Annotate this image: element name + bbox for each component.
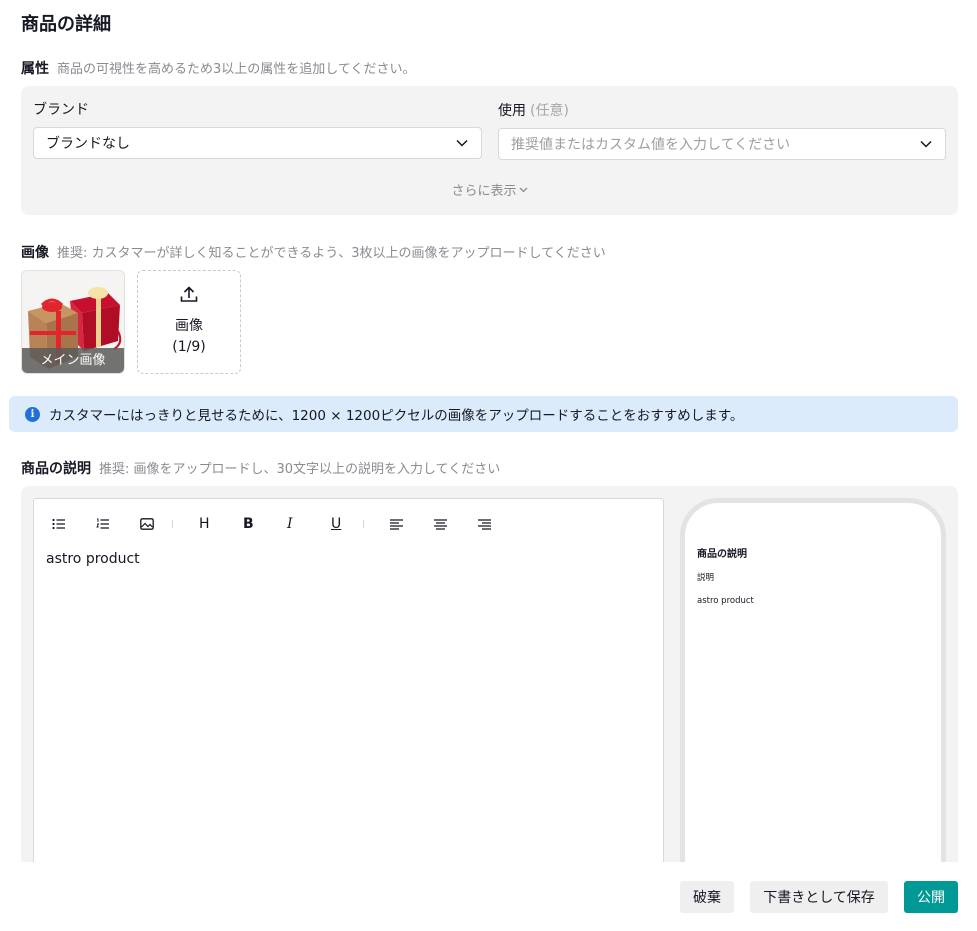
bulleted-list-button[interactable] bbox=[48, 513, 92, 535]
attributes-panel: ブランド ブランドなし 使用 (任意) 推奨値またはカスタム値を入力してください … bbox=[21, 86, 958, 215]
align-right-icon bbox=[478, 518, 491, 530]
description-hint: 推奨: 画像をアップロードし、30文字以上の説明を入力してください bbox=[99, 462, 501, 477]
attributes-hint: 商品の可視性を高めるため3以上の属性を追加してください。 bbox=[57, 62, 416, 77]
align-right-button[interactable] bbox=[474, 513, 518, 535]
toolbar-divider bbox=[363, 520, 364, 528]
chevron-down-icon bbox=[455, 136, 469, 150]
brand-select[interactable]: ブランドなし bbox=[33, 127, 482, 159]
bold-icon: B bbox=[243, 516, 254, 532]
description-header: 商品の説明 推奨: 画像をアップロードし、30文字以上の説明を入力してください bbox=[21, 458, 500, 478]
attributes-label: 属性 bbox=[21, 61, 49, 77]
align-left-button[interactable] bbox=[386, 513, 430, 535]
usage-optional: (任意) bbox=[530, 103, 569, 119]
save-draft-button[interactable]: 下書きとして保存 bbox=[750, 881, 888, 913]
align-left-icon bbox=[390, 518, 403, 530]
description-panel: H B I U astro product 商品の説明 説明 astro pro… bbox=[21, 486, 958, 862]
editor-content[interactable]: astro product bbox=[46, 551, 140, 567]
image-icon bbox=[140, 518, 154, 530]
brand-label-text: ブランド bbox=[33, 102, 89, 118]
editor-toolbar: H B I U bbox=[34, 513, 518, 535]
upload-label: 画像 bbox=[175, 318, 203, 334]
publish-button[interactable]: 公開 bbox=[904, 881, 958, 913]
chevron-down-icon bbox=[919, 137, 933, 151]
show-more-link[interactable]: さらに表示 bbox=[21, 180, 958, 199]
page-title: 商品の詳細 bbox=[21, 14, 111, 35]
show-more-label: さらに表示 bbox=[451, 184, 517, 199]
images-hint: 推奨: カスタマーが詳しく知ることができるよう、3枚以上の画像をアップロードして… bbox=[57, 246, 606, 261]
usage-label: 使用 (任意) bbox=[498, 100, 569, 120]
info-icon: i bbox=[25, 406, 40, 422]
images-header: 画像 推奨: カスタマーが詳しく知ることができるよう、3枚以上の画像をアップロー… bbox=[21, 242, 606, 262]
toolbar-divider bbox=[172, 520, 173, 528]
upload-count: (1/9) bbox=[172, 339, 206, 355]
preview-subtitle: 説明 bbox=[697, 573, 715, 583]
usage-label-text: 使用 bbox=[498, 103, 526, 119]
attributes-header: 属性 商品の可視性を高めるため3以上の属性を追加してください。 bbox=[21, 58, 416, 78]
align-center-button[interactable] bbox=[430, 513, 474, 535]
discard-button[interactable]: 破棄 bbox=[680, 881, 734, 913]
main-image-caption: メイン画像 bbox=[22, 348, 124, 373]
underline-icon: U bbox=[331, 516, 342, 532]
image-size-info-banner: i カスタマーにはっきりと見せるために、1200 × 1200ピクセルの画像をア… bbox=[9, 396, 958, 432]
description-editor[interactable]: H B I U astro product bbox=[33, 498, 664, 862]
heading-icon: H bbox=[199, 516, 210, 532]
description-label: 商品の説明 bbox=[21, 461, 91, 477]
align-center-icon bbox=[434, 518, 447, 530]
italic-button[interactable]: I bbox=[283, 513, 327, 535]
bulleted-list-icon bbox=[52, 518, 65, 530]
preview-text: astro product bbox=[697, 596, 754, 606]
brand-label: ブランド bbox=[33, 99, 89, 119]
image-upload-button[interactable]: 画像 (1/9) bbox=[137, 270, 241, 374]
chevron-down-icon bbox=[519, 182, 528, 197]
insert-image-button[interactable] bbox=[136, 513, 180, 535]
upload-icon bbox=[180, 286, 198, 310]
mobile-preview: 商品の説明 説明 astro product bbox=[680, 498, 946, 862]
usage-select[interactable]: 推奨値またはカスタム値を入力してください bbox=[498, 128, 946, 160]
preview-title: 商品の説明 bbox=[697, 549, 747, 560]
main-image-thumbnail[interactable]: メイン画像 bbox=[21, 270, 125, 374]
heading-button[interactable]: H bbox=[195, 513, 239, 535]
info-banner-text: カスタマーにはっきりと見せるために、1200 × 1200ピクセルの画像をアップ… bbox=[49, 408, 744, 424]
brand-select-value: ブランドなし bbox=[46, 136, 130, 152]
numbered-list-button[interactable] bbox=[92, 513, 136, 535]
underline-button[interactable]: U bbox=[327, 513, 371, 535]
images-label: 画像 bbox=[21, 245, 49, 261]
numbered-list-icon bbox=[96, 518, 109, 529]
italic-icon: I bbox=[287, 516, 293, 532]
usage-select-placeholder: 推奨値またはカスタム値を入力してください bbox=[511, 137, 791, 153]
bold-button[interactable]: B bbox=[239, 513, 283, 535]
